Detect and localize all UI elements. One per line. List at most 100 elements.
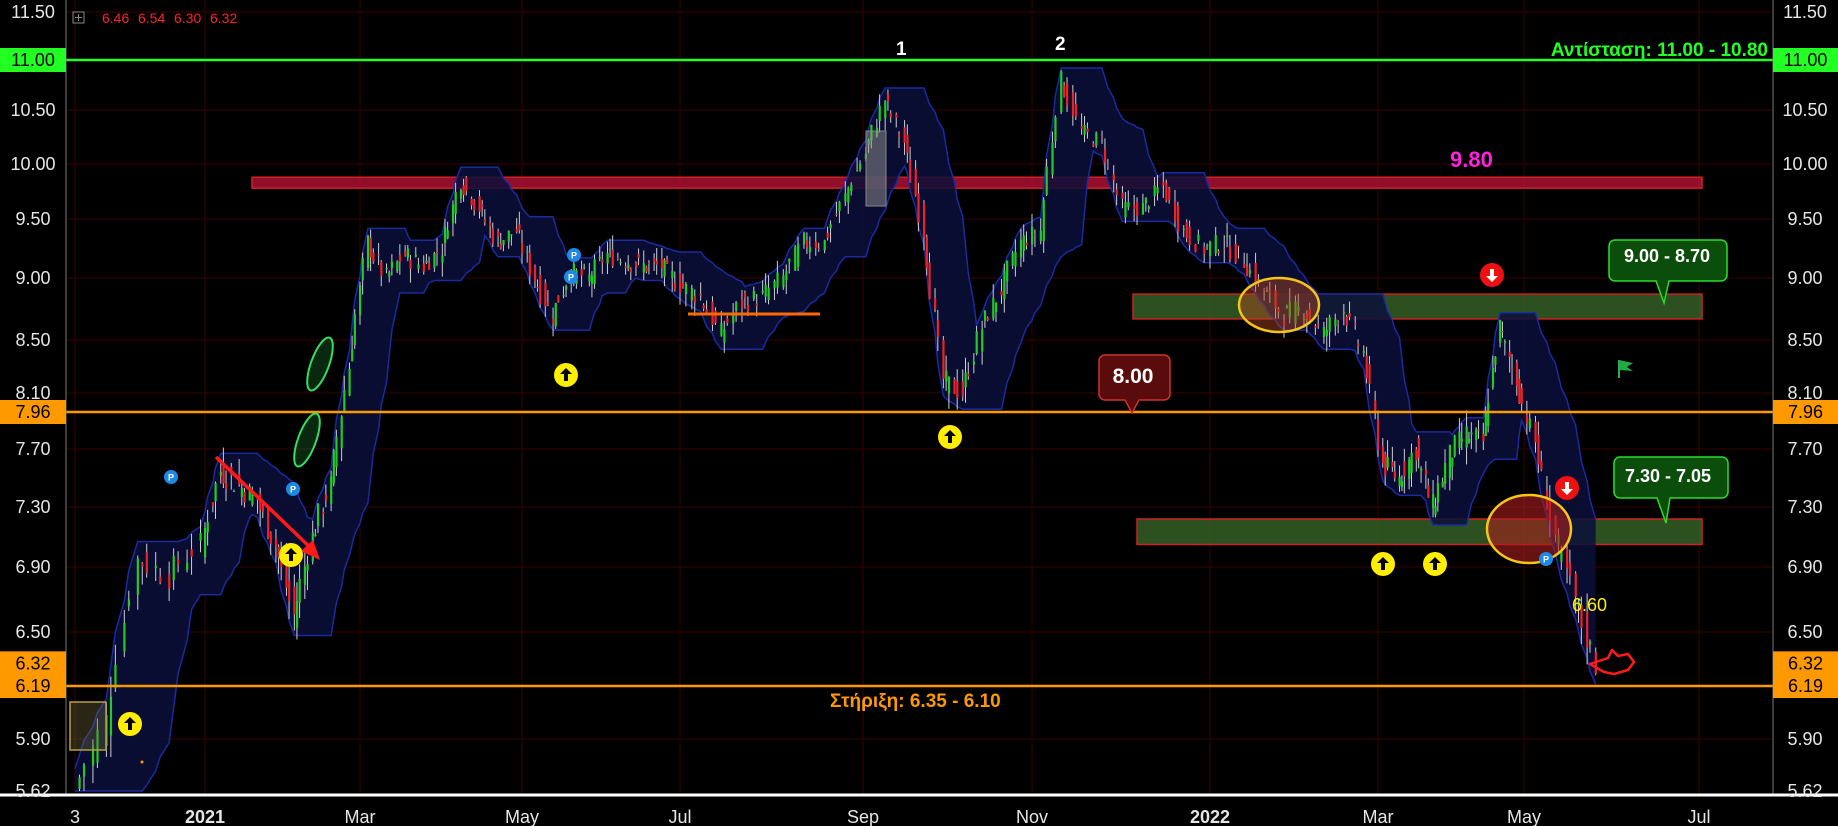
candle-body [1460,439,1463,442]
candle-body [1458,431,1461,449]
candle-body [348,368,351,396]
candle-body [1477,429,1480,431]
candle-body [1223,248,1226,250]
candle-body [1420,468,1423,471]
candle-body [994,302,998,312]
candle-body [1334,319,1337,327]
candle-body [303,566,307,585]
peak-1-label: 1 [896,39,907,60]
candle-body [1060,71,1063,113]
candle-body [1095,132,1098,146]
candle-body [1525,414,1529,424]
candle-body [1156,187,1159,194]
candle-body [1362,351,1365,353]
candle-body [204,528,207,558]
y-tick-label: 5.62 [15,781,50,801]
candle-body [293,586,296,615]
y-tick-label: 8.50 [15,330,50,350]
candle-body [1503,341,1507,344]
candle-body [1243,263,1246,268]
candle-body [369,237,372,258]
candle-body [168,574,171,589]
candle-body [684,283,688,295]
zone-9.00-8.70-zone [1132,293,1703,320]
candle-body [1197,234,1200,242]
candle-body [645,266,648,272]
candle-body [1400,481,1404,488]
candle-body [1384,453,1387,476]
candle-body [1237,245,1240,247]
candle-body [884,101,887,119]
candle-body [983,311,987,321]
candle-body [1086,128,1089,133]
candle-body [1226,235,1229,238]
candle-body [1365,355,1368,379]
support-label: Στήριξη: 6.35 - 6.10 [830,691,1001,712]
candle-body [1444,462,1447,484]
candle-body [889,113,892,118]
candle-body [441,255,444,263]
candle-body [1173,201,1177,222]
candle-body [1518,378,1521,404]
candle-body [240,488,243,497]
candle-body [414,254,417,257]
candle-body [1217,251,1220,254]
candle-body [606,253,609,264]
candle-body [388,272,391,277]
stock-chart[interactable]: 11.50 11.50 10.50 10.50 10.00 10.00 9.50 9.50 9.… [0,0,1838,826]
y-tick-label: 7.70 [15,439,50,459]
candle-body [1448,445,1452,478]
y-tick-label: 11.50 [11,2,55,22]
candle-body [1194,244,1197,252]
candle-body [214,483,217,502]
candle-body [314,534,317,537]
candle-body [1357,343,1360,346]
candle-body [481,204,484,207]
candle-body [1214,235,1217,254]
candle-body [752,290,755,299]
candle-body [619,262,622,264]
candle-body [359,285,362,316]
candle-body [78,777,81,789]
candle-body [773,280,776,289]
candle-body [1165,183,1168,201]
p-marker-glyph: P [571,251,577,261]
ohlc-high: 6.54 [138,10,165,26]
candle-body [702,305,705,309]
candle-body [502,240,505,245]
candle-body [647,262,651,264]
y-tick-label: 6.90 [1787,557,1822,577]
candle-body [1246,266,1249,277]
candle-body [154,565,157,569]
candle-body [1000,291,1003,296]
candle-body [274,538,278,547]
candle-body [353,314,356,346]
candle-body [565,285,568,290]
candle-body [761,290,764,293]
candle-body [489,222,492,226]
candle-body [764,284,767,297]
candle-body [462,185,465,195]
candle-body [967,373,970,377]
candle-body [377,254,380,256]
candle-body [945,370,948,382]
candle-body [726,318,729,323]
candle-body [1482,433,1485,442]
candle-body [1153,185,1156,197]
callout-800-text: 8.00 [1113,365,1154,388]
candle-body [964,372,967,388]
candle-body [925,236,928,269]
x-axis-label: May [505,807,539,826]
candle-body [322,511,325,515]
candle-body [1203,246,1206,254]
candle-body [1141,203,1145,215]
candle-body [838,201,841,212]
level-tag-11.00: 11.00 [11,50,55,70]
candle-body [1391,461,1394,468]
y-tick-label: 8.50 [1787,330,1822,350]
candle-body [917,193,920,223]
candle-body [396,261,399,272]
candle-body [1520,387,1523,404]
candle-body [1467,438,1471,443]
candle-body [1083,125,1086,135]
